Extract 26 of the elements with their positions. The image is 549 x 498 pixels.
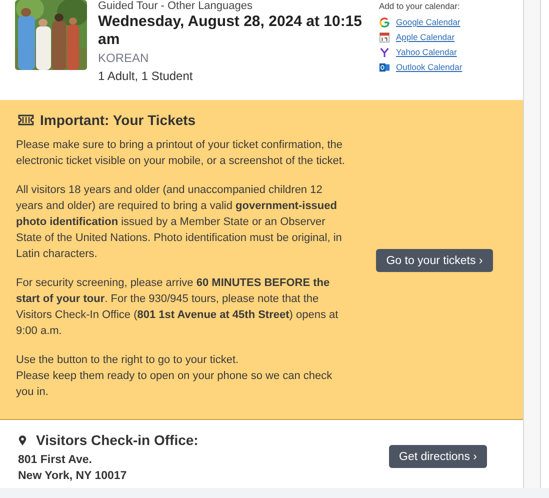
ticket-icon: [18, 114, 34, 126]
location-pin-icon: [18, 434, 27, 446]
notice-paragraph: Please keep them ready to open on your phone so we can check you in.: [16, 369, 334, 400]
tour-language: KOREAN: [98, 51, 150, 66]
calendar-label: Add to your calendar:: [379, 0, 461, 12]
address-line: New York, NY 10017: [18, 469, 128, 484]
tour-date: Wednesday, August 28, 2024 at 10:15 am: [98, 13, 364, 49]
tickets-button[interactable]: Go to your tickets ›: [376, 249, 493, 272]
calendar-icon: [379, 32, 390, 43]
notice-paragraph: All visitors 18 years and older (and unaccompanied children 12 years and older) are required to bring a valid government-issued photo identification issued by a Member State or an Observer State of the United Nations. Photo identification must be original, in Latin characters.: [16, 183, 343, 262]
address-line: 801 First Ave.: [18, 453, 93, 468]
tour-category: Guided Tour - Other Languages: [98, 0, 254, 12]
notice-paragraph: Use the button to the right to go to your ticket.: [16, 353, 240, 368]
outlook-icon: [379, 62, 390, 73]
directions-button[interactable]: Get directions ›: [389, 445, 487, 468]
notice-paragraph: For security screening, please arrive 60 MINUTES BEFORE the start of your tour. For the 930/945 tours, please note that the Visitors Check-In Office (801 1st Avenue at 45th Street) opens at 9:00 a.m.: [16, 276, 340, 339]
guest-count: 1 Adult, 1 Student: [98, 69, 194, 83]
check-in-title: Visitors Check-in Office:: [36, 432, 198, 448]
calendar-link[interactable]: Apple Calendar: [396, 31, 455, 44]
calendar-link[interactable]: Google Calendar: [396, 16, 460, 29]
calendar-link[interactable]: Outlook Calendar: [396, 61, 462, 74]
calendar-link[interactable]: Yahoo Calendar: [396, 46, 457, 59]
yahoo-icon: [379, 47, 390, 58]
notice-title: Important: Your Tickets: [40, 112, 196, 128]
google-icon: [379, 17, 390, 28]
notice-paragraph: Please make sure to bring a printout of your ticket confirmation, the electronic ticket visible on your mobile, or a screenshot of the ticket.: [16, 138, 346, 169]
